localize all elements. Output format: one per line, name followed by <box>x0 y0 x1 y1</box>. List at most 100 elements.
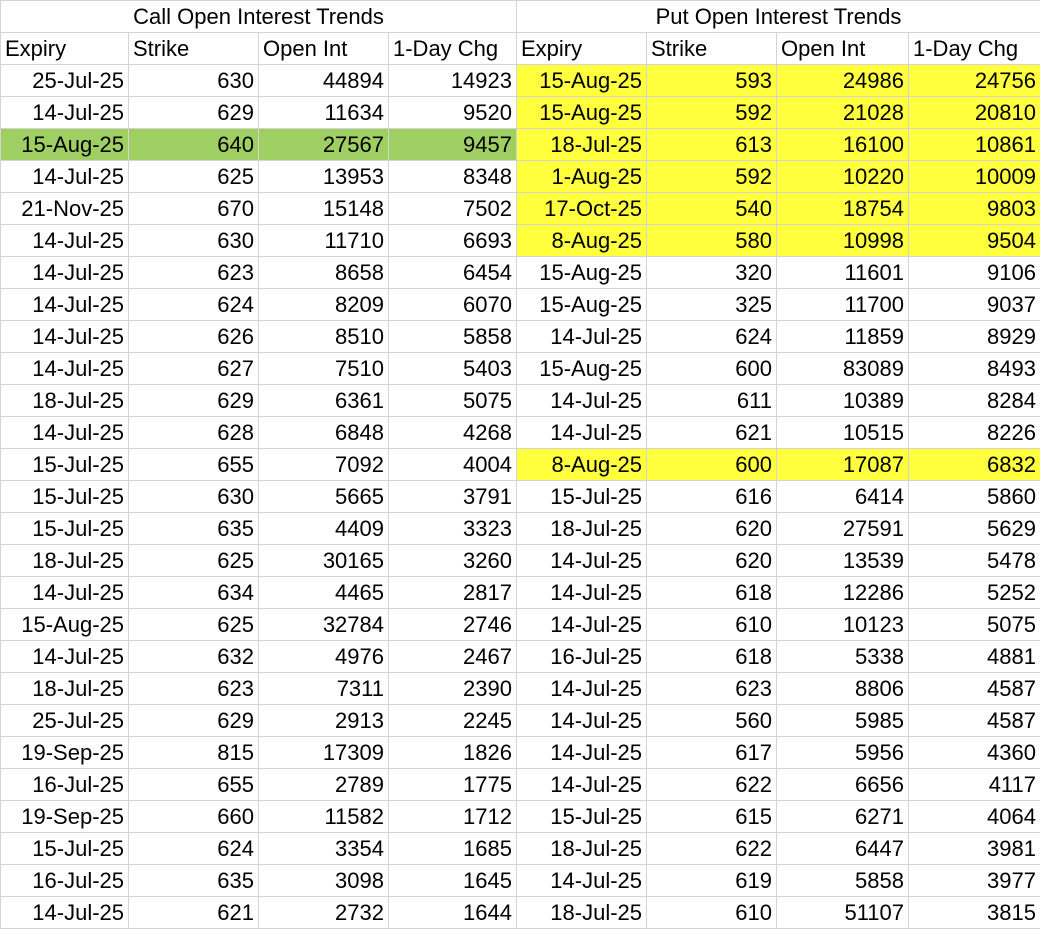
put-open-int-cell[interactable]: 6656 <box>776 768 909 801</box>
put-strike-cell[interactable]: 592 <box>646 96 777 129</box>
call-open-int-cell[interactable]: 11634 <box>258 96 389 129</box>
call-expiry-cell[interactable]: 15-Aug-25 <box>0 128 129 161</box>
put-chg-cell[interactable]: 3977 <box>908 864 1040 897</box>
put-chg-cell[interactable]: 9037 <box>908 288 1040 321</box>
put-chg-cell[interactable]: 9504 <box>908 224 1040 257</box>
call-strike-cell[interactable]: 655 <box>128 448 259 481</box>
put-expiry-cell[interactable]: 15-Aug-25 <box>516 352 647 385</box>
call-expiry-cell[interactable]: 18-Jul-25 <box>0 672 129 705</box>
put-strike-cell[interactable]: 620 <box>646 544 777 577</box>
put-strike-cell[interactable]: 610 <box>646 896 777 929</box>
call-strike-cell[interactable]: 623 <box>128 256 259 289</box>
put-expiry-cell[interactable]: 1-Aug-25 <box>516 160 647 193</box>
call-expiry-cell[interactable]: 15-Jul-25 <box>0 480 129 513</box>
put-chg-cell[interactable]: 8493 <box>908 352 1040 385</box>
call-expiry-cell[interactable]: 14-Jul-25 <box>0 160 129 193</box>
call-open-int-cell[interactable]: 2913 <box>258 704 389 737</box>
put-chg-cell[interactable]: 4587 <box>908 672 1040 705</box>
call-expiry-header[interactable]: Expiry <box>0 32 129 65</box>
call-open-int-header[interactable]: Open Int <box>258 32 389 65</box>
put-chg-cell[interactable]: 5075 <box>908 608 1040 641</box>
call-chg-cell[interactable]: 2467 <box>388 640 517 673</box>
put-open-int-cell[interactable]: 17087 <box>776 448 909 481</box>
put-expiry-cell[interactable]: 14-Jul-25 <box>516 384 647 417</box>
call-expiry-cell[interactable]: 15-Jul-25 <box>0 448 129 481</box>
put-open-int-cell[interactable]: 10123 <box>776 608 909 641</box>
put-expiry-cell[interactable]: 15-Jul-25 <box>516 480 647 513</box>
call-chg-cell[interactable]: 8348 <box>388 160 517 193</box>
put-expiry-cell[interactable]: 14-Jul-25 <box>516 320 647 353</box>
call-open-int-cell[interactable]: 4976 <box>258 640 389 673</box>
put-expiry-cell[interactable]: 14-Jul-25 <box>516 768 647 801</box>
call-strike-cell[interactable]: 629 <box>128 96 259 129</box>
put-strike-cell[interactable]: 600 <box>646 352 777 385</box>
call-expiry-cell[interactable]: 14-Jul-25 <box>0 352 129 385</box>
call-open-int-cell[interactable]: 5665 <box>258 480 389 513</box>
call-expiry-cell[interactable]: 14-Jul-25 <box>0 224 129 257</box>
put-open-int-cell[interactable]: 6271 <box>776 800 909 833</box>
call-chg-cell[interactable]: 1685 <box>388 832 517 865</box>
call-strike-cell[interactable]: 670 <box>128 192 259 225</box>
put-expiry-cell[interactable]: 8-Aug-25 <box>516 448 647 481</box>
call-expiry-cell[interactable]: 14-Jul-25 <box>0 416 129 449</box>
call-chg-cell[interactable]: 2746 <box>388 608 517 641</box>
put-strike-cell[interactable]: 618 <box>646 576 777 609</box>
call-open-int-cell[interactable]: 32784 <box>258 608 389 641</box>
put-expiry-cell[interactable]: 8-Aug-25 <box>516 224 647 257</box>
put-chg-header[interactable]: 1-Day Chg <box>908 32 1040 65</box>
put-expiry-cell[interactable]: 14-Jul-25 <box>516 672 647 705</box>
put-strike-cell[interactable]: 620 <box>646 512 777 545</box>
put-open-int-cell[interactable]: 5858 <box>776 864 909 897</box>
call-expiry-cell[interactable]: 19-Sep-25 <box>0 736 129 769</box>
call-strike-cell[interactable]: 621 <box>128 896 259 929</box>
call-open-int-cell[interactable]: 17309 <box>258 736 389 769</box>
call-chg-cell[interactable]: 2245 <box>388 704 517 737</box>
put-chg-cell[interactable]: 6832 <box>908 448 1040 481</box>
put-expiry-header[interactable]: Expiry <box>516 32 647 65</box>
call-strike-cell[interactable]: 630 <box>128 64 259 97</box>
call-open-int-cell[interactable]: 11582 <box>258 800 389 833</box>
call-open-int-cell[interactable]: 7311 <box>258 672 389 705</box>
put-expiry-cell[interactable]: 16-Jul-25 <box>516 640 647 673</box>
call-chg-cell[interactable]: 2817 <box>388 576 517 609</box>
put-open-int-cell[interactable]: 11859 <box>776 320 909 353</box>
call-open-int-cell[interactable]: 2732 <box>258 896 389 929</box>
put-strike-cell[interactable]: 621 <box>646 416 777 449</box>
call-strike-cell[interactable]: 625 <box>128 160 259 193</box>
put-chg-cell[interactable]: 8284 <box>908 384 1040 417</box>
put-expiry-cell[interactable]: 18-Jul-25 <box>516 896 647 929</box>
put-strike-cell[interactable]: 320 <box>646 256 777 289</box>
put-chg-cell[interactable]: 20810 <box>908 96 1040 129</box>
call-strike-cell[interactable]: 655 <box>128 768 259 801</box>
put-chg-cell[interactable]: 4587 <box>908 704 1040 737</box>
put-open-int-cell[interactable]: 18754 <box>776 192 909 225</box>
put-strike-cell[interactable]: 600 <box>646 448 777 481</box>
call-strike-cell[interactable]: 625 <box>128 608 259 641</box>
put-strike-cell[interactable]: 610 <box>646 608 777 641</box>
call-chg-cell[interactable]: 4004 <box>388 448 517 481</box>
call-chg-cell[interactable]: 5075 <box>388 384 517 417</box>
put-chg-cell[interactable]: 5860 <box>908 480 1040 513</box>
put-open-int-cell[interactable]: 83089 <box>776 352 909 385</box>
call-chg-header[interactable]: 1-Day Chg <box>388 32 517 65</box>
call-expiry-cell[interactable]: 15-Aug-25 <box>0 608 129 641</box>
call-open-int-cell[interactable]: 4465 <box>258 576 389 609</box>
call-open-int-cell[interactable]: 2789 <box>258 768 389 801</box>
put-strike-cell[interactable]: 593 <box>646 64 777 97</box>
call-open-int-cell[interactable]: 27567 <box>258 128 389 161</box>
call-chg-cell[interactable]: 3323 <box>388 512 517 545</box>
put-open-int-cell[interactable]: 12286 <box>776 576 909 609</box>
call-open-int-cell[interactable]: 6361 <box>258 384 389 417</box>
put-expiry-cell[interactable]: 14-Jul-25 <box>516 704 647 737</box>
put-expiry-cell[interactable]: 14-Jul-25 <box>516 576 647 609</box>
call-open-int-cell[interactable]: 30165 <box>258 544 389 577</box>
put-chg-cell[interactable]: 9803 <box>908 192 1040 225</box>
call-chg-cell[interactable]: 5858 <box>388 320 517 353</box>
call-title[interactable]: Call Open Interest Trends <box>0 0 517 33</box>
call-strike-cell[interactable]: 640 <box>128 128 259 161</box>
put-open-int-cell[interactable]: 10220 <box>776 160 909 193</box>
put-open-int-cell[interactable]: 51107 <box>776 896 909 929</box>
put-strike-cell[interactable]: 616 <box>646 480 777 513</box>
call-chg-cell[interactable]: 7502 <box>388 192 517 225</box>
put-strike-cell[interactable]: 611 <box>646 384 777 417</box>
